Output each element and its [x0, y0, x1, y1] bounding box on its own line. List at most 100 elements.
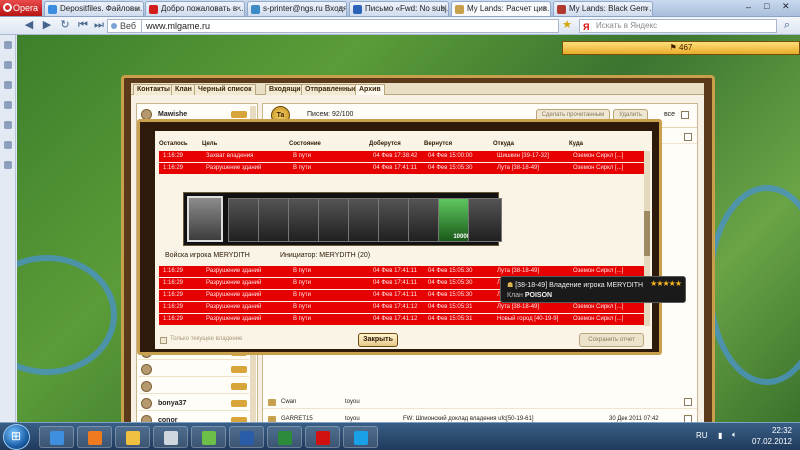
select-all-checkbox[interactable] — [681, 111, 689, 119]
tab-close-icon[interactable]: × — [338, 2, 343, 16]
contact-action-button[interactable] — [231, 383, 247, 390]
message-checkbox[interactable] — [684, 398, 692, 406]
taskbar-word-button[interactable] — [229, 426, 264, 448]
troop-unit-icon[interactable] — [408, 198, 442, 242]
movement-row[interactable]: 1:16:29 Разрушение зданий В пути 04 Фев 17:… — [159, 302, 646, 313]
clock-time[interactable]: 22:32 — [772, 426, 792, 435]
add-panel-icon[interactable] — [4, 161, 12, 169]
skype-icon — [354, 431, 368, 445]
only-current-checkbox[interactable] — [160, 337, 167, 344]
contact-item[interactable] — [139, 379, 249, 394]
message-row[interactable]: Cwan toyou — [263, 396, 697, 409]
movement-cell: 04 Фев 17:38:42 — [373, 153, 418, 159]
browser-tab[interactable]: s-printer@ngs.ru Входя... × — [247, 1, 347, 16]
maximize-icon[interactable]: □ — [764, 1, 769, 11]
taskbar-calculator-button[interactable] — [153, 426, 188, 448]
movement-row[interactable]: 1:16:29 Разрушение зданий В пути 04 Фев 17:… — [159, 163, 646, 174]
tab-sent[interactable]: Отправленные — [301, 84, 362, 95]
troop-unit-icon[interactable] — [318, 198, 352, 242]
shield-icon: ☗ — [507, 282, 514, 289]
search-go-icon[interactable]: ⌕ — [780, 19, 794, 33]
save-report-button[interactable]: Сохранить отчет — [579, 333, 644, 347]
tab-close-icon[interactable]: × — [542, 2, 547, 16]
close-button[interactable]: Закрыть — [358, 333, 398, 347]
troop-unit-icon[interactable] — [288, 198, 322, 242]
reload-icon[interactable]: ↻ — [58, 19, 72, 33]
language-indicator[interactable]: RU — [696, 431, 708, 440]
movement-row[interactable]: 1:16:29 Захват владения В пути 04 Фев 17:38… — [159, 151, 646, 162]
media-player-icon — [88, 431, 102, 445]
tab-label: My Lands: Расчет цив... — [467, 4, 551, 13]
taskbar-skype-button[interactable] — [343, 426, 378, 448]
message-checkbox[interactable] — [684, 133, 692, 141]
tab-close-icon[interactable]: × — [440, 2, 445, 16]
tab-close-icon[interactable]: × — [135, 2, 140, 16]
tab-close-icon[interactable]: × — [236, 2, 241, 16]
message-row[interactable]: GARRET15 toyou FW: Шпионский доклад владен… — [263, 413, 697, 422]
troop-unit-icon[interactable]: 10000 — [438, 198, 472, 242]
back-icon[interactable]: ◀ — [22, 19, 36, 33]
troop-unit-icon[interactable] — [228, 198, 262, 242]
movement-cell: Оземон Сиркл [...] — [573, 153, 624, 159]
bookmarks-panel-icon[interactable] — [4, 41, 12, 49]
contact-item[interactable] — [139, 362, 249, 377]
message-checkbox[interactable] — [684, 415, 692, 422]
movement-cell: 1:16:29 — [163, 165, 184, 171]
forward-icon[interactable]: ▶ — [40, 19, 54, 33]
opera-menu-button[interactable]: Opera — [0, 0, 42, 16]
bookmark-star-icon[interactable]: ★ — [560, 19, 574, 33]
taskbar-media-player-button[interactable] — [77, 426, 112, 448]
tab-archive[interactable]: Архив — [355, 84, 385, 95]
contact-item[interactable]: conor — [139, 413, 249, 422]
notes-panel-icon[interactable] — [4, 101, 12, 109]
web-badge[interactable]: Веб — [107, 19, 141, 33]
minimize-icon[interactable]: – — [746, 2, 751, 12]
start-button[interactable] — [3, 424, 30, 450]
army-movements-dialog: Осталось Цель Состояние Доберутся Вернутся От… — [137, 119, 662, 355]
tab-close-icon[interactable]: × — [644, 2, 649, 16]
tab-clan[interactable]: Клан — [171, 84, 196, 95]
browser-tab[interactable]: My Lands: Расчет цив... × — [451, 1, 551, 16]
url-field[interactable]: www.mlgame.ru — [141, 19, 559, 33]
tab-label: Depositfiles. Файловы... — [60, 4, 144, 13]
contact-action-button[interactable] — [231, 400, 247, 407]
network-icon[interactable]: ▮ — [718, 431, 722, 440]
taskbar-torrent-button[interactable] — [191, 426, 226, 448]
taskbar-opera-button[interactable] — [305, 426, 340, 448]
rewind-icon[interactable]: ⏮ — [76, 19, 90, 33]
tab-contacts[interactable]: Контакты — [133, 84, 175, 95]
troop-unit-icon[interactable] — [468, 198, 502, 242]
opera-side-panel — [0, 35, 16, 422]
troop-unit-icon[interactable] — [187, 196, 223, 242]
fast-forward-icon[interactable]: ⏭ — [92, 19, 106, 33]
clock-date[interactable]: 07.02.2012 — [752, 437, 792, 446]
movement-row[interactable]: 1:16:29 Разрушение зданий В пути 04 Фев 17:… — [159, 314, 646, 325]
troop-unit-icon[interactable] — [258, 198, 292, 242]
settings-panel-icon[interactable] — [4, 61, 12, 69]
contact-action-button[interactable] — [231, 111, 247, 118]
troop-unit-icon[interactable] — [348, 198, 382, 242]
history-panel-icon[interactable] — [4, 141, 12, 149]
movement-cell: 1:16:29 — [163, 153, 184, 159]
taskbar-excel-button[interactable] — [267, 426, 302, 448]
movement-cell: 04 Фев 15:05:30 — [428, 268, 473, 274]
contact-item[interactable]: bonya37 — [139, 396, 249, 411]
tab-blacklist[interactable]: Черный список — [194, 84, 256, 95]
message-to: toyou — [345, 416, 360, 422]
browser-tab[interactable]: Письмо «Fwd: No subj... × — [349, 1, 449, 16]
search-input[interactable]: Я Искать в Яндекс — [579, 19, 777, 33]
close-window-icon[interactable]: ✕ — [782, 1, 790, 12]
browser-tab[interactable]: My Lands: Black Gem ... × — [553, 1, 653, 16]
taskbar-ie-button[interactable] — [39, 426, 74, 448]
volume-icon[interactable]: 🔈︎ — [732, 430, 737, 440]
tab-favicon-icon — [557, 5, 566, 14]
dialog-scrollbar-thumb[interactable] — [644, 211, 650, 256]
movement-cell: Лута [38-18-49] — [497, 304, 540, 310]
widgets-panel-icon[interactable] — [4, 121, 12, 129]
troop-unit-icon[interactable] — [378, 198, 412, 242]
browser-tab[interactable]: Добро пожаловать в ... × — [145, 1, 245, 16]
contact-action-button[interactable] — [231, 366, 247, 373]
downloads-panel-icon[interactable] — [4, 81, 12, 89]
taskbar-explorer-button[interactable] — [115, 426, 150, 448]
browser-tab[interactable]: Depositfiles. Файловы... × — [44, 1, 144, 16]
